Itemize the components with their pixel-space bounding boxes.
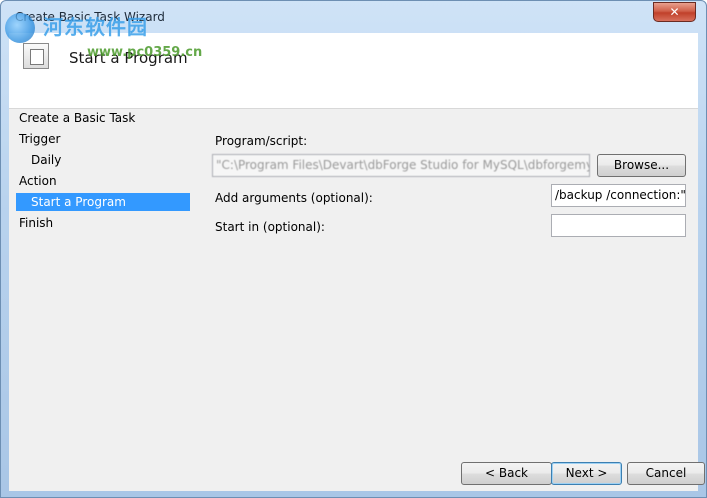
header-panel: Start a Program [9,33,698,109]
program-script-input[interactable]: "C:\Program Files\Devart\dbForge Studio … [212,154,590,177]
close-icon: ✕ [669,5,680,19]
back-button[interactable]: < Back [461,462,552,485]
wizard-window: Create Basic Task Wizard ✕ Start a Progr… [0,0,707,498]
window-title: Create Basic Task Wizard [15,10,165,24]
arguments-label: Add arguments (optional): [215,191,373,205]
nav-step-trigger: Trigger [19,132,61,146]
close-button[interactable]: ✕ [653,2,696,22]
nav-step-create-basic-task: Create a Basic Task [19,111,136,125]
next-button[interactable]: Next > [551,462,622,485]
start-in-input[interactable] [551,214,686,237]
cancel-button[interactable]: Cancel [627,462,705,485]
wizard-steps-nav: Create a Basic Task Trigger Daily Action… [9,109,191,491]
arguments-input[interactable]: /backup /connection:"U [551,184,686,207]
nav-step-start-a-program: Start a Program [16,193,190,211]
nav-step-action: Action [19,174,57,188]
program-script-label: Program/script: [215,134,308,148]
wizard-body: Create a Basic Task Trigger Daily Action… [9,109,705,491]
task-icon [23,43,49,69]
nav-step-daily: Daily [31,153,62,167]
page-title: Start a Program [69,49,188,67]
nav-step-finish: Finish [19,216,54,230]
browse-button[interactable]: Browse... [597,154,686,177]
title-bar[interactable]: Create Basic Task Wizard ✕ [1,1,706,33]
start-in-label: Start in (optional): [215,220,325,234]
